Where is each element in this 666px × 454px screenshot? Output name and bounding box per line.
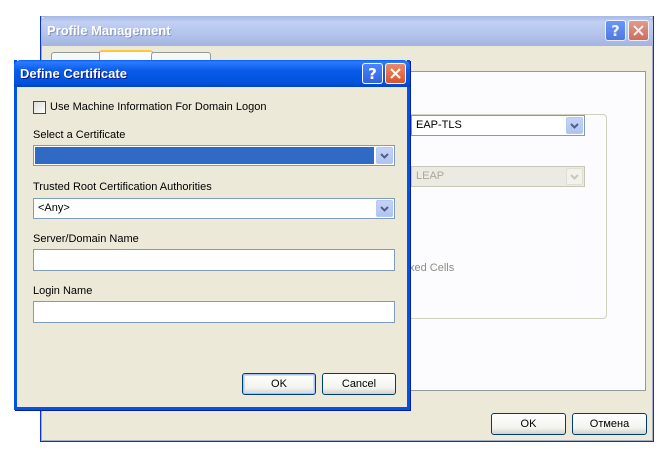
select-certificate-dropdown[interactable] (33, 145, 395, 166)
cancel-button[interactable]: Cancel (322, 373, 396, 395)
chevron-down-icon (566, 168, 583, 185)
dialog-title: Define Certificate (20, 66, 127, 81)
back-ok-button[interactable]: OK (491, 413, 566, 435)
chevron-down-icon[interactable] (566, 117, 583, 134)
leap-type-value: LEAP (416, 170, 445, 182)
close-icon[interactable] (385, 63, 406, 84)
help-icon[interactable]: ? (605, 20, 626, 41)
title-bar[interactable]: Profile Management ? (41, 16, 653, 46)
use-machine-info-checkbox[interactable] (33, 101, 46, 114)
select-certificate-value (35, 147, 374, 164)
server-domain-label: Server/Domain Name (33, 233, 139, 245)
back-cancel-button[interactable]: Отмена (572, 413, 647, 435)
chevron-down-icon[interactable] (376, 147, 393, 164)
chevron-down-icon[interactable] (376, 200, 393, 217)
trusted-root-value: <Any> (38, 202, 70, 214)
trusted-root-dropdown[interactable]: <Any> (33, 198, 395, 219)
login-name-label: Login Name (33, 285, 93, 297)
leap-type-dropdown: LEAP (411, 166, 585, 187)
window-title: Profile Management (47, 23, 171, 38)
help-icon[interactable]: ? (362, 63, 383, 84)
define-certificate-dialog: Define Certificate ? Use Machine Informa… (14, 60, 410, 410)
dialog-title-bar[interactable]: Define Certificate ? (14, 60, 410, 87)
mixed-cells-label: xed Cells (409, 262, 455, 274)
close-icon[interactable] (628, 20, 649, 41)
use-machine-info-label[interactable]: Use Machine Information For Domain Logon (50, 101, 266, 113)
login-name-input[interactable] (33, 301, 395, 323)
eap-type-value: EAP-TLS (416, 119, 462, 131)
select-certificate-label: Select a Certificate (33, 129, 126, 141)
ok-button[interactable]: OK (242, 373, 316, 395)
server-domain-input[interactable] (33, 249, 395, 271)
eap-type-dropdown[interactable]: EAP-TLS (411, 115, 585, 136)
trusted-root-label: Trusted Root Certification Authorities (33, 181, 212, 193)
